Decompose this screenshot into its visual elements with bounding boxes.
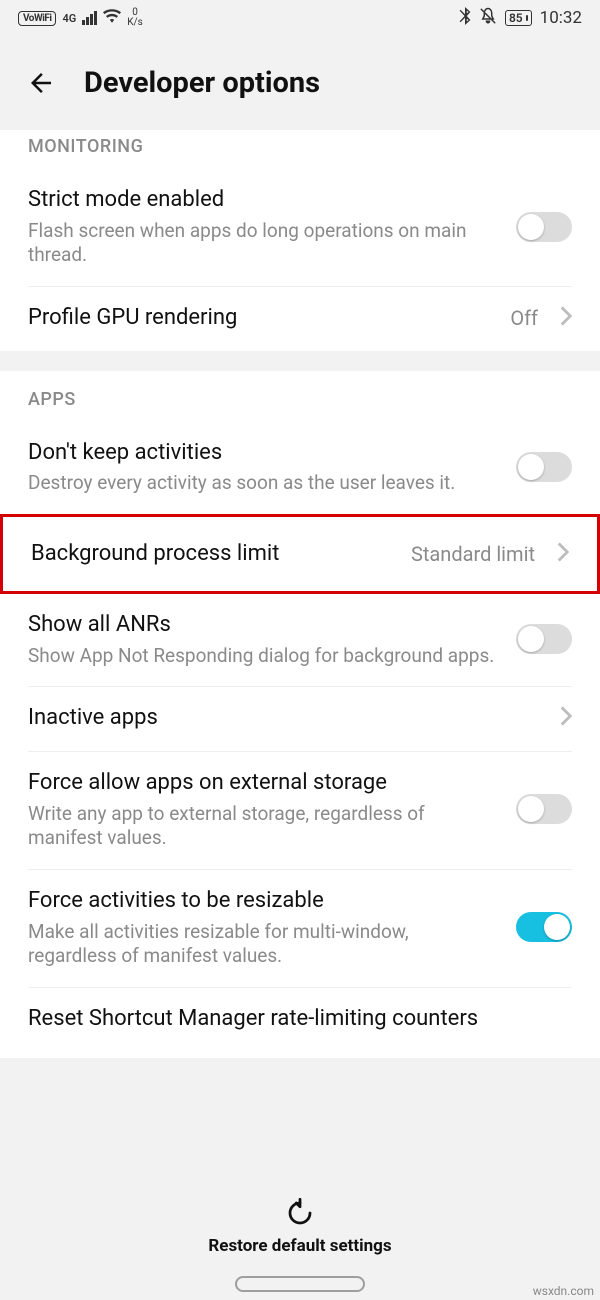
nav-pill[interactable] <box>235 1276 365 1292</box>
item-value: Off <box>510 306 538 330</box>
status-right: 85 10:32 <box>459 7 582 29</box>
chevron-right-icon <box>560 306 572 330</box>
vowifi-badge: VoWiFi <box>18 11 56 26</box>
item-subtitle: Destroy every activity as soon as the us… <box>28 471 500 496</box>
toggle-force-resizable[interactable] <box>516 912 572 942</box>
item-title: Strict mode enabled <box>28 185 500 215</box>
item-title: Force allow apps on external storage <box>28 768 500 798</box>
restore-icon <box>285 1198 315 1232</box>
status-left: VoWiFi 4G 0 K/s <box>18 8 143 28</box>
network-type: 4G <box>62 12 76 25</box>
item-subtitle: Write any app to external storage, regar… <box>28 802 500 851</box>
toggle-dont-keep[interactable] <box>516 452 572 482</box>
bluetooth-icon <box>459 7 471 29</box>
item-title: Inactive apps <box>28 703 538 733</box>
chevron-right-icon <box>560 706 572 730</box>
item-force-external-storage[interactable]: Force allow apps on external storage Wri… <box>0 752 600 869</box>
item-subtitle: Flash screen when apps do long operation… <box>28 219 500 268</box>
restore-label: Restore default settings <box>208 1236 391 1256</box>
section-header-apps: APPS <box>0 371 600 422</box>
mute-icon <box>479 7 497 29</box>
section-header-monitoring: MONITORING <box>0 130 600 169</box>
highlight-annotation: Background process limit Standard limit <box>0 514 600 594</box>
toggle-strict-mode[interactable] <box>516 212 572 242</box>
item-profile-gpu[interactable]: Profile GPU rendering Off <box>0 287 600 351</box>
app-header: Developer options <box>0 36 600 130</box>
item-dont-keep-activities[interactable]: Don't keep activities Destroy every acti… <box>0 422 600 514</box>
item-title: Profile GPU rendering <box>28 303 494 333</box>
network-speed: 0 K/s <box>127 8 143 28</box>
signal-icon <box>82 11 97 25</box>
item-strict-mode[interactable]: Strict mode enabled Flash screen when ap… <box>0 169 600 286</box>
back-button[interactable] <box>24 66 58 100</box>
status-bar: VoWiFi 4G 0 K/s 85 10:32 <box>0 0 600 36</box>
item-title: Background process limit <box>31 539 395 569</box>
wifi-icon <box>103 9 121 27</box>
item-reset-shortcut[interactable]: Reset Shortcut Manager rate-limiting cou… <box>0 988 600 1058</box>
toggle-force-external[interactable] <box>516 794 572 824</box>
item-title: Don't keep activities <box>28 438 500 468</box>
item-show-anrs[interactable]: Show all ANRs Show App Not Responding di… <box>0 594 600 686</box>
item-value: Standard limit <box>411 542 535 566</box>
item-background-process-limit[interactable]: Background process limit Standard limit <box>3 517 597 591</box>
toggle-show-anrs[interactable] <box>516 624 572 654</box>
page-title: Developer options <box>84 66 320 100</box>
restore-defaults-button[interactable]: Restore default settings <box>0 1182 600 1266</box>
bottom-bar: Restore default settings <box>0 1182 600 1300</box>
clock: 10:32 <box>540 8 582 28</box>
watermark: wsxdn.com <box>533 1284 594 1298</box>
item-title: Reset Shortcut Manager rate-limiting cou… <box>28 1004 572 1034</box>
chevron-right-icon <box>557 542 569 566</box>
item-inactive-apps[interactable]: Inactive apps <box>0 687 600 751</box>
item-title: Show all ANRs <box>28 610 500 640</box>
item-force-resizable[interactable]: Force activities to be resizable Make al… <box>0 870 600 987</box>
item-subtitle: Make all activities resizable for multi-… <box>28 920 500 969</box>
item-title: Force activities to be resizable <box>28 886 500 916</box>
battery-indicator: 85 <box>505 10 532 26</box>
item-subtitle: Show App Not Responding dialog for backg… <box>28 644 500 669</box>
